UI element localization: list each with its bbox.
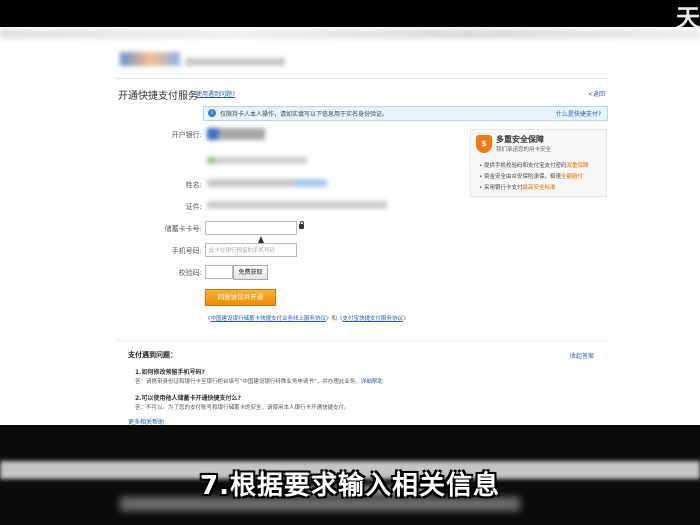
security-item-link[interactable]: 全额赔付 <box>561 174 583 180</box>
security-item: • 提供手机校验码和支付宝支付密码双重保障 <box>479 163 589 169</box>
faq-title: 支付遇到问题： <box>128 351 177 359</box>
security-panel: $ 多重安全保障 我们承诺您的用卡安全 • 提供手机校验码和支付宝支付密码双重保… <box>470 129 607 197</box>
more-help-link[interactable]: 更多相关帮助 <box>128 417 164 425</box>
faq-question: 1.如何修改预留手机号码? <box>135 369 205 376</box>
site-logo-text <box>185 58 285 66</box>
card-number-input[interactable] <box>205 221 297 235</box>
bank-label: 开户银行: <box>171 131 202 139</box>
faq-answer: 答：不可以。为了您的支付账号和银行储蓄卡的安全，请使用本人银行卡开通快捷支付。 <box>135 405 350 411</box>
security-item: • 采用银行卡支付最高安全标准 <box>479 185 556 191</box>
bank-note <box>207 157 307 164</box>
faq-question: 2.可以使用他人储蓄卡开通快捷支付么? <box>135 395 241 402</box>
faq-collapse-link[interactable]: 收起答案 <box>570 351 594 360</box>
faq-answer: 答：请携带身份证和银行卡至银行柜台填写“中国建设银行特殊业务申请书”，并办理此业… <box>135 379 383 385</box>
blurred-top-strip <box>0 29 700 39</box>
info-text: 仅限持卡人本人操作，请如实填写以下信息用于实名身份验证。 <box>220 111 389 118</box>
alipay-agreement-link[interactable]: 支付宝快捷支付服务协议 <box>343 316 404 322</box>
code-input[interactable] <box>205 265 233 279</box>
phone-label: 手机号码: <box>171 247 202 255</box>
bank-agreement-link[interactable]: 中国建设银行储蓄卡快捷支付业务线上服务协议 <box>211 316 327 322</box>
what-is-quickpay-link[interactable]: 什么是快捷支付? <box>556 109 601 118</box>
card-label: 储蓄卡卡号: <box>164 225 202 233</box>
faq-divider <box>115 340 607 341</box>
page-title: 开通快捷支付服务 <box>118 91 198 102</box>
video-subtitle: 7.根据要求输入相关信息 <box>200 471 500 501</box>
bank-logo <box>207 128 265 140</box>
phone-placeholder: 此卡在银行预留的手机号码 <box>209 248 276 254</box>
lock-icon <box>299 221 304 229</box>
agreement-suffix: 》 <box>403 316 409 322</box>
video-top-bar: 天 <box>0 0 700 32</box>
phone-input[interactable]: 此卡在银行预留的手机号码 <box>205 243 297 257</box>
browser-page: 开通快捷支付服务 使用遇到问题? <返回 i 仅限持卡人本人操作，请如实填写以下… <box>0 27 700 425</box>
code-label: 校验码: <box>178 269 202 277</box>
agreement-links: 《中国建设银行储蓄卡快捷支付业务线上服务协议》和《支付宝快捷支付服务协议》 <box>205 314 409 322</box>
id-label: 证件: <box>185 203 202 211</box>
security-item-link[interactable]: 最高安全标准 <box>523 185 556 191</box>
security-item-link[interactable]: 双重保障 <box>567 163 589 169</box>
back-link[interactable]: <返回 <box>588 89 605 98</box>
name-label: 姓名: <box>185 181 202 189</box>
info-icon: i <box>208 109 216 117</box>
info-bar: i 仅限持卡人本人操作，请如实填写以下信息用于实名身份验证。 什么是快捷支付? <box>203 106 608 121</box>
name-value <box>207 179 327 187</box>
agreement-mid: 》和《 <box>326 316 343 322</box>
security-item: • 资金安全由众安保险承保，极速全额赔付 <box>479 174 584 180</box>
security-subtitle: 我们承诺您的用卡安全 <box>496 147 552 153</box>
detail-help-link[interactable]: 详细帮助 <box>361 379 383 385</box>
header-divider <box>115 78 607 79</box>
mouse-cursor <box>258 236 264 243</box>
site-logo[interactable] <box>120 52 180 66</box>
shield-icon: $ <box>476 135 492 153</box>
get-code-button[interactable]: 免费获取 <box>233 265 268 280</box>
security-title: 多重安全保障 <box>496 135 544 144</box>
agree-submit-button[interactable]: 同意协议并开通 <box>205 289 276 306</box>
id-value <box>207 201 387 209</box>
help-link[interactable]: 使用遇到问题? <box>196 89 235 98</box>
